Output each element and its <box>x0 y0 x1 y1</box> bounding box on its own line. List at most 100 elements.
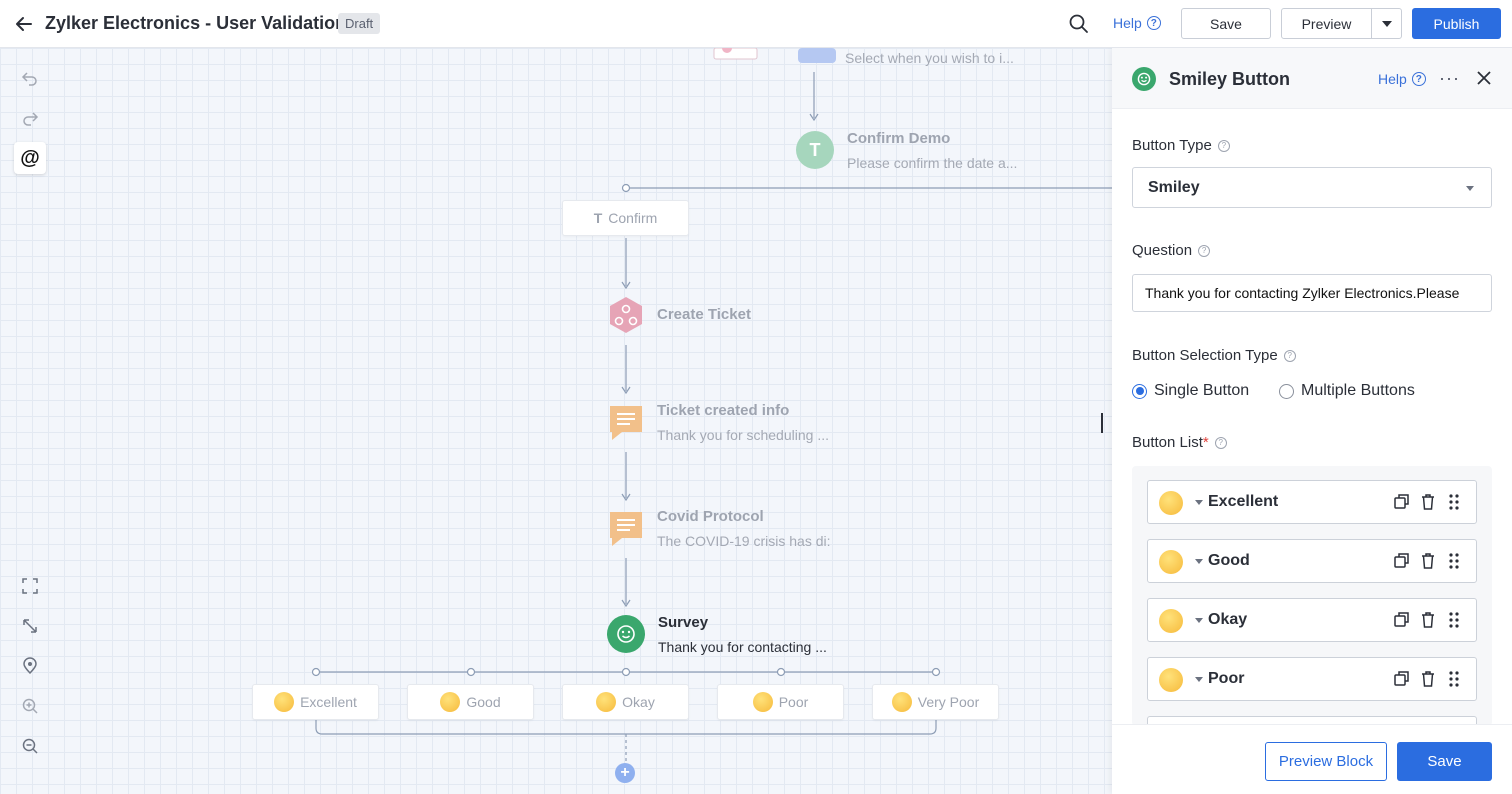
survey-option-poor[interactable]: Poor <box>717 684 844 720</box>
neutral-emoji-icon <box>596 692 617 712</box>
duplicate-icon[interactable] <box>1393 611 1411 629</box>
question-label: Question ? <box>1132 242 1211 259</box>
node-title[interactable]: Ticket created info <box>657 402 789 419</box>
heart-eyes-emoji-icon[interactable] <box>1159 491 1183 515</box>
info-icon[interactable]: ? <box>1217 139 1230 152</box>
trash-icon[interactable] <box>1419 493 1437 511</box>
smiley-block-icon <box>1132 67 1156 91</box>
button-type-label: Button Type ? <box>1132 137 1230 154</box>
top-bar: Zylker Electronics - User Validation Dra… <box>0 0 1512 48</box>
neutral-emoji-icon[interactable] <box>1159 609 1183 633</box>
zoom-out-icon[interactable] <box>14 730 46 762</box>
survey-option-okay[interactable]: Okay <box>562 684 689 720</box>
option-label: Okay <box>622 694 655 710</box>
redo-icon[interactable] <box>14 102 46 134</box>
publish-button[interactable]: Publish <box>1412 8 1501 39</box>
node-subtitle: Please confirm the date a... <box>847 155 1018 171</box>
field-label-text: Button Selection Type <box>1132 347 1278 364</box>
selection-type-label: Button Selection Type ? <box>1132 347 1296 364</box>
caret-down-icon[interactable] <box>1195 618 1203 623</box>
smile-emoji-icon <box>440 692 461 712</box>
drag-handle-icon[interactable] <box>1445 493 1463 511</box>
duplicate-icon[interactable] <box>1393 670 1411 688</box>
node-subtitle: Thank you for contacting ... <box>658 639 827 655</box>
panel-footer: Preview Block Save <box>1112 724 1512 794</box>
radio-label: Multiple Buttons <box>1301 382 1415 399</box>
list-item[interactable]: Excellent <box>1147 480 1477 524</box>
option-pill[interactable]: T Confirm <box>562 200 689 236</box>
flow-canvas[interactable]: Select when you wish to i... T Confirm D… <box>0 48 1112 794</box>
page-title: Zylker Electronics - User Validation <box>45 13 347 33</box>
caret-down-icon[interactable] <box>1195 500 1203 505</box>
duplicate-icon[interactable] <box>1393 493 1411 511</box>
list-item[interactable]: Poor <box>1147 657 1477 701</box>
close-icon[interactable] <box>1476 70 1492 91</box>
info-icon[interactable]: ? <box>1214 436 1227 449</box>
list-item[interactable]: Good <box>1147 539 1477 583</box>
smiley-node-icon[interactable] <box>607 615 645 653</box>
caret-down-icon[interactable] <box>1195 677 1203 682</box>
webhook-icon[interactable] <box>608 296 644 339</box>
undo-icon[interactable] <box>14 62 46 94</box>
option-label: Very Poor <box>917 694 980 710</box>
zoom-in-icon[interactable] <box>14 690 46 722</box>
message-icon[interactable] <box>608 404 644 447</box>
help-label: Help <box>1378 71 1407 87</box>
node-title[interactable]: Survey <box>658 614 708 631</box>
frown-emoji-icon[interactable] <box>1159 668 1183 692</box>
node-title[interactable]: Confirm Demo <box>847 130 950 147</box>
node-subtitle: Select when you wish to i... <box>845 50 1014 66</box>
more-options-icon[interactable]: ··· <box>1439 68 1460 89</box>
node-subtitle: The COVID-19 crisis has di: <box>657 533 831 549</box>
text-node-icon[interactable]: T <box>796 131 834 169</box>
panel-save-button[interactable]: Save <box>1397 742 1492 781</box>
field-label-text: Button Type <box>1132 137 1212 154</box>
smile-emoji-icon[interactable] <box>1159 550 1183 574</box>
preview-block-button[interactable]: Preview Block <box>1265 742 1387 781</box>
caret-down-icon[interactable] <box>1195 559 1203 564</box>
location-pin-icon[interactable] <box>14 650 46 682</box>
list-item-label: Okay <box>1208 611 1248 628</box>
text-icon: T <box>593 210 603 226</box>
list-item[interactable]: Okay <box>1147 598 1477 642</box>
trash-icon[interactable] <box>1419 670 1437 688</box>
question-input[interactable] <box>1132 274 1492 312</box>
node-title[interactable]: Create Ticket <box>657 306 751 323</box>
add-node-icon[interactable]: + <box>615 763 635 783</box>
panel-title: Smiley Button <box>1169 69 1291 89</box>
info-icon[interactable]: ? <box>1198 244 1211 257</box>
panel-help-link[interactable]: Help ? <box>1378 71 1426 87</box>
duplicate-icon[interactable] <box>1393 552 1411 570</box>
frown-emoji-icon <box>752 692 773 712</box>
mention-icon[interactable]: @ <box>14 142 46 174</box>
option-label: Confirm <box>608 210 658 226</box>
multiple-buttons-radio[interactable]: Multiple Buttons <box>1279 382 1415 400</box>
search-icon[interactable] <box>1068 13 1090 35</box>
preview-button[interactable]: Preview <box>1281 8 1372 39</box>
properties-panel: Smiley Button Help ? ··· Button Type ? S… <box>1112 48 1512 794</box>
trash-icon[interactable] <box>1419 552 1437 570</box>
survey-option-excellent[interactable]: Excellent <box>252 684 379 720</box>
expand-icon[interactable] <box>14 610 46 642</box>
preview-dropdown-button[interactable] <box>1371 8 1402 39</box>
caret-down-icon <box>1381 20 1392 27</box>
node-title[interactable]: Covid Protocol <box>657 508 764 525</box>
panel-header: Smiley Button Help ? ··· <box>1112 48 1512 109</box>
status-badge: Draft <box>338 13 381 34</box>
drag-handle-icon[interactable] <box>1445 552 1463 570</box>
list-item-label: Excellent <box>1208 493 1279 510</box>
back-arrow-icon[interactable] <box>12 12 36 36</box>
single-button-radio[interactable]: Single Button <box>1132 382 1249 400</box>
drag-handle-icon[interactable] <box>1445 611 1463 629</box>
survey-option-very-poor[interactable]: Very Poor <box>872 684 999 720</box>
trash-icon[interactable] <box>1419 611 1437 629</box>
fit-screen-icon[interactable] <box>14 570 46 602</box>
save-button[interactable]: Save <box>1181 8 1271 39</box>
help-link[interactable]: Help ? <box>1113 15 1161 31</box>
info-icon[interactable]: ? <box>1283 349 1296 362</box>
question-circle-icon: ? <box>1146 16 1161 30</box>
survey-option-good[interactable]: Good <box>407 684 534 720</box>
button-type-select[interactable]: Smiley <box>1132 167 1492 208</box>
drag-handle-icon[interactable] <box>1445 670 1463 688</box>
message-icon[interactable] <box>608 510 644 553</box>
